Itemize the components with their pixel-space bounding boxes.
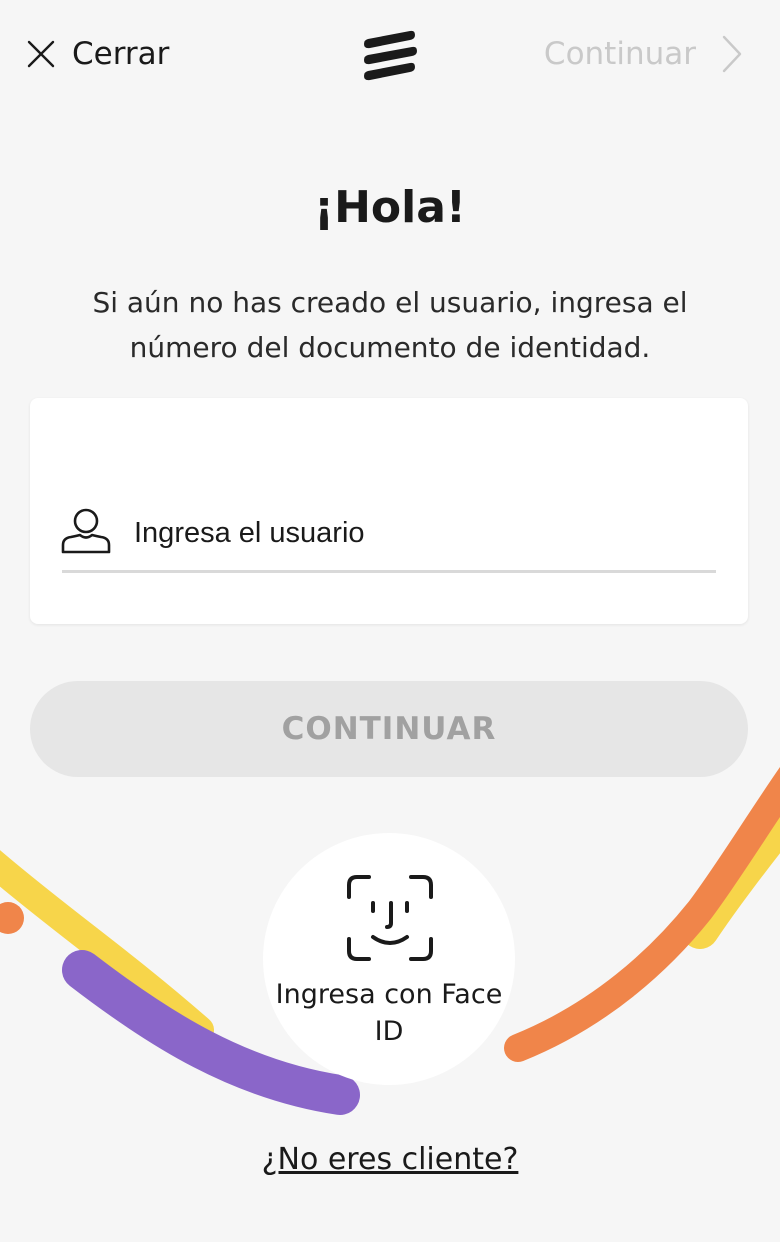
continue-top-button[interactable]: Continuar [544, 34, 744, 74]
close-icon [27, 40, 55, 68]
face-id-button[interactable]: Ingresa con Face ID [263, 833, 515, 1085]
close-label: Cerrar [72, 36, 170, 72]
continue-top-label: Continuar [543, 36, 696, 72]
no-client-container: ¿No eres cliente? [0, 1142, 780, 1177]
chevron-right-icon [722, 35, 742, 73]
close-button[interactable]: Cerrar [26, 36, 169, 72]
no-client-link[interactable]: ¿No eres cliente? [262, 1142, 519, 1177]
login-card [30, 398, 748, 624]
brand-logo-icon [364, 30, 417, 81]
input-underline [62, 570, 716, 573]
user-icon [61, 508, 111, 554]
face-id-label: Ingresa con Face ID [275, 979, 503, 1047]
top-bar: Cerrar Continuar [0, 0, 780, 110]
user-input[interactable] [132, 508, 716, 558]
page-title: ¡Hola! [314, 182, 466, 233]
page-subtitle: Si aún no has creado el usuario, ingresa… [92, 286, 688, 364]
face-id-icon [347, 875, 433, 961]
